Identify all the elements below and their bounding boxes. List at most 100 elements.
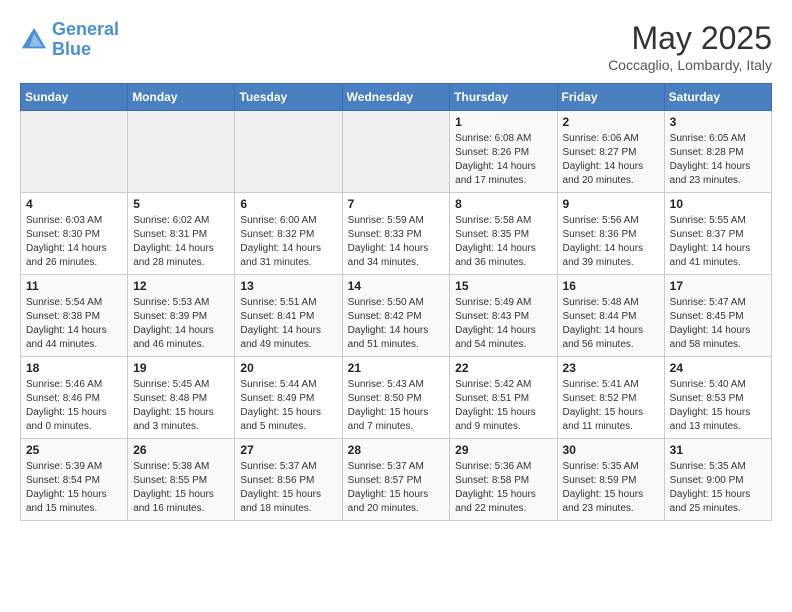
day-number: 7 (348, 197, 445, 211)
calendar-cell: 24 Sunrise: 5:40 AMSunset: 8:53 PMDayligh… (664, 357, 771, 439)
day-number: 29 (455, 443, 551, 457)
day-info: Sunrise: 5:39 AMSunset: 8:54 PMDaylight:… (26, 460, 122, 516)
day-number: 11 (26, 279, 122, 293)
day-header-monday: Monday (128, 84, 235, 111)
day-info: Sunrise: 5:42 AMSunset: 8:51 PMDaylight:… (455, 378, 551, 434)
calendar-cell: 23Sunrise: 5:41 AMSunset: 8:52 PMDayligh… (557, 357, 664, 439)
calendar-cell: 14Sunrise: 5:50 AMSunset: 8:42 PMDayligh… (342, 275, 450, 357)
day-info: Sunrise: 6:06 AMSunset: 8:27 PMDaylight:… (563, 132, 659, 188)
calendar-cell (128, 111, 235, 193)
day-header-friday: Friday (557, 84, 664, 111)
day-info: Sunrise: 5:44 AMSunset: 8:49 PMDaylight:… (240, 378, 336, 434)
day-info: Sunrise: 5:38 AMSunset: 8:55 PMDaylight:… (133, 460, 229, 516)
calendar-cell (21, 111, 128, 193)
day-number: 1 (455, 115, 551, 129)
day-info: Sunrise: 6:03 AMSunset: 8:30 PMDaylight:… (26, 214, 122, 270)
calendar-cell: 13 Sunrise: 5:51 AMSunset: 8:41 PMDayligh… (235, 275, 342, 357)
calendar-cell: 17 Sunrise: 5:47 AMSunset: 8:45 PMDayligh… (664, 275, 771, 357)
day-info: Sunrise: 5:37 AMSunset: 8:57 PMDaylight:… (348, 460, 445, 516)
day-header-wednesday: Wednesday (342, 84, 450, 111)
calendar-cell: 10Sunrise: 5:55 AMSunset: 8:37 PMDayligh… (664, 193, 771, 275)
day-number: 20 (240, 361, 336, 375)
calendar-cell: 7 Sunrise: 5:59 AMSunset: 8:33 PMDaylight… (342, 193, 450, 275)
day-number: 10 (670, 197, 766, 211)
day-number: 6 (240, 197, 336, 211)
calendar-cell: 20 Sunrise: 5:44 AMSunset: 8:49 PMDayligh… (235, 357, 342, 439)
calendar-table: SundayMondayTuesdayWednesdayThursdayFrid… (20, 83, 772, 521)
day-number: 21 (348, 361, 445, 375)
day-info: Sunrise: 5:46 AMSunset: 8:46 PMDaylight:… (26, 378, 122, 434)
day-info: Sunrise: 5:49 AMSunset: 8:43 PMDaylight:… (455, 296, 551, 352)
logo-text: General Blue (52, 20, 119, 60)
day-number: 8 (455, 197, 551, 211)
day-number: 16 (563, 279, 659, 293)
day-info: Sunrise: 5:56 AMSunset: 8:36 PMDaylight:… (563, 214, 659, 270)
calendar-header-row: SundayMondayTuesdayWednesdayThursdayFrid… (21, 84, 772, 111)
calendar-week-row: 1 Sunrise: 6:08 AMSunset: 8:26 PMDaylight… (21, 111, 772, 193)
day-info: Sunrise: 5:51 AMSunset: 8:41 PMDaylight:… (240, 296, 336, 352)
day-number: 22 (455, 361, 551, 375)
calendar-cell: 19 Sunrise: 5:45 AMSunset: 8:48 PMDayligh… (128, 357, 235, 439)
calendar-cell: 18 Sunrise: 5:46 AMSunset: 8:46 PMDayligh… (21, 357, 128, 439)
logo-line2: Blue (52, 39, 91, 59)
day-number: 2 (563, 115, 659, 129)
day-info: Sunrise: 5:36 AMSunset: 8:58 PMDaylight:… (455, 460, 551, 516)
day-number: 14 (348, 279, 445, 293)
calendar-cell: 1 Sunrise: 6:08 AMSunset: 8:26 PMDaylight… (450, 111, 557, 193)
day-header-sunday: Sunday (21, 84, 128, 111)
calendar-week-row: 4 Sunrise: 6:03 AMSunset: 8:30 PMDaylight… (21, 193, 772, 275)
month-title: May 2025 (608, 20, 772, 57)
calendar-cell: 22 Sunrise: 5:42 AMSunset: 8:51 PMDayligh… (450, 357, 557, 439)
day-number: 9 (563, 197, 659, 211)
calendar-cell: 16 Sunrise: 5:48 AMSunset: 8:44 PMDayligh… (557, 275, 664, 357)
day-info: Sunrise: 5:47 AMSunset: 8:45 PMDaylight:… (670, 296, 766, 352)
day-number: 13 (240, 279, 336, 293)
day-number: 27 (240, 443, 336, 457)
day-number: 30 (563, 443, 659, 457)
location-subtitle: Coccaglio, Lombardy, Italy (608, 57, 772, 73)
day-number: 24 (670, 361, 766, 375)
day-number: 17 (670, 279, 766, 293)
day-number: 25 (26, 443, 122, 457)
calendar-week-row: 25 Sunrise: 5:39 AMSunset: 8:54 PMDayligh… (21, 439, 772, 521)
calendar-cell: 8Sunrise: 5:58 AMSunset: 8:35 PMDaylight… (450, 193, 557, 275)
day-number: 15 (455, 279, 551, 293)
day-info: Sunrise: 5:41 AMSunset: 8:52 PMDaylight:… (563, 378, 659, 434)
calendar-cell: 29 Sunrise: 5:36 AMSunset: 8:58 PMDayligh… (450, 439, 557, 521)
day-info: Sunrise: 5:48 AMSunset: 8:44 PMDaylight:… (563, 296, 659, 352)
calendar-cell: 15 Sunrise: 5:49 AMSunset: 8:43 PMDayligh… (450, 275, 557, 357)
day-info: Sunrise: 5:54 AMSunset: 8:38 PMDaylight:… (26, 296, 122, 352)
day-header-thursday: Thursday (450, 84, 557, 111)
calendar-cell: 28Sunrise: 5:37 AMSunset: 8:57 PMDayligh… (342, 439, 450, 521)
calendar-cell: 5 Sunrise: 6:02 AMSunset: 8:31 PMDaylight… (128, 193, 235, 275)
day-number: 5 (133, 197, 229, 211)
calendar-cell: 6Sunrise: 6:00 AMSunset: 8:32 PMDaylight… (235, 193, 342, 275)
calendar-week-row: 18 Sunrise: 5:46 AMSunset: 8:46 PMDayligh… (21, 357, 772, 439)
day-info: Sunrise: 5:45 AMSunset: 8:48 PMDaylight:… (133, 378, 229, 434)
day-number: 12 (133, 279, 229, 293)
calendar-cell: 31Sunrise: 5:35 AMSunset: 9:00 PMDayligh… (664, 439, 771, 521)
day-info: Sunrise: 5:59 AMSunset: 8:33 PMDaylight:… (348, 214, 445, 270)
calendar-cell (235, 111, 342, 193)
day-number: 4 (26, 197, 122, 211)
day-header-saturday: Saturday (664, 84, 771, 111)
day-number: 26 (133, 443, 229, 457)
logo: General Blue (20, 20, 119, 60)
day-info: Sunrise: 5:40 AMSunset: 8:53 PMDaylight:… (670, 378, 766, 434)
calendar-cell: 30Sunrise: 5:35 AMSunset: 8:59 PMDayligh… (557, 439, 664, 521)
logo-line1: General (52, 19, 119, 39)
day-info: Sunrise: 6:02 AMSunset: 8:31 PMDaylight:… (133, 214, 229, 270)
day-header-tuesday: Tuesday (235, 84, 342, 111)
day-number: 18 (26, 361, 122, 375)
calendar-cell: 26 Sunrise: 5:38 AMSunset: 8:55 PMDayligh… (128, 439, 235, 521)
calendar-cell: 11 Sunrise: 5:54 AMSunset: 8:38 PMDayligh… (21, 275, 128, 357)
calendar-cell: 9 Sunrise: 5:56 AMSunset: 8:36 PMDaylight… (557, 193, 664, 275)
calendar-cell: 21Sunrise: 5:43 AMSunset: 8:50 PMDayligh… (342, 357, 450, 439)
day-info: Sunrise: 6:08 AMSunset: 8:26 PMDaylight:… (455, 132, 551, 188)
day-number: 19 (133, 361, 229, 375)
calendar-cell: 4 Sunrise: 6:03 AMSunset: 8:30 PMDaylight… (21, 193, 128, 275)
calendar-cell: 2 Sunrise: 6:06 AMSunset: 8:27 PMDaylight… (557, 111, 664, 193)
calendar-week-row: 11 Sunrise: 5:54 AMSunset: 8:38 PMDayligh… (21, 275, 772, 357)
day-info: Sunrise: 6:05 AMSunset: 8:28 PMDaylight:… (670, 132, 766, 188)
calendar-cell: 27Sunrise: 5:37 AMSunset: 8:56 PMDayligh… (235, 439, 342, 521)
